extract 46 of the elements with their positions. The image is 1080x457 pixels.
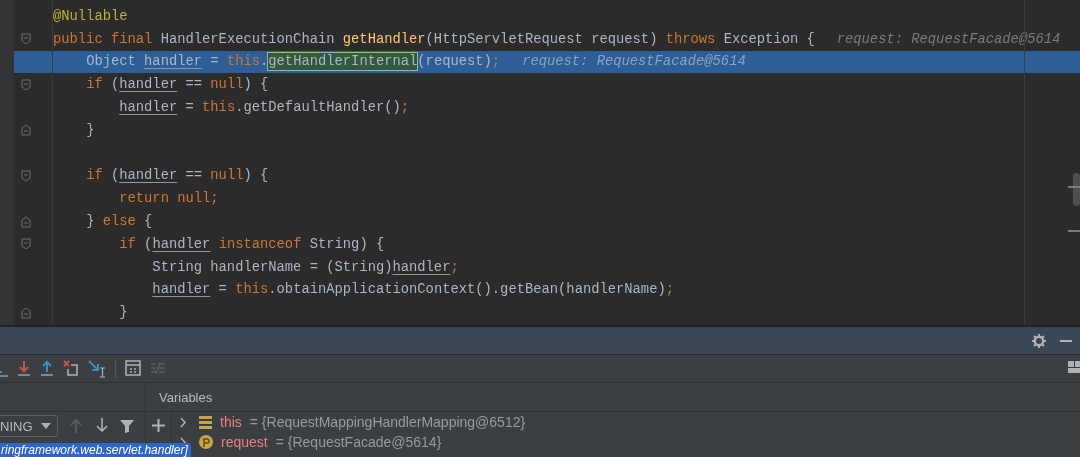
drop-frame-icon[interactable] (63, 359, 79, 378)
fold-marker-icon[interactable] (21, 169, 31, 182)
inline-value-hint: request: RequestFacade@5614 (836, 31, 1061, 47)
code-text: public final HandlerExecutionChain getHandler(HttpServletRequest request) throws Exception { (53, 31, 815, 47)
step-into-icon[interactable] (17, 359, 31, 378)
code-text: if (handler == null) { (85, 168, 269, 184)
settings-icon[interactable] (1032, 333, 1046, 348)
parameter-icon (199, 435, 213, 449)
inline-value-hint: request: RequestFacade@5614 (522, 54, 746, 70)
add-icon[interactable] (152, 419, 165, 432)
change-marker (1068, 230, 1080, 232)
filter-icon[interactable] (119, 419, 134, 433)
code-text: String handlerName = (String)handler; (151, 259, 459, 275)
tooltip: ringframework.web.servlet.handler] (0, 443, 191, 457)
variable-value: = {RequestFacade@5614} (275, 434, 442, 450)
down-arrow-icon[interactable] (95, 417, 108, 432)
code-text: if (handler instanceof String) { (118, 236, 385, 252)
step-out-icon[interactable] (40, 359, 54, 378)
fold-marker-icon[interactable] (21, 33, 31, 46)
variables-title: Variables (159, 389, 213, 405)
layout-icon[interactable] (1068, 361, 1080, 375)
up-arrow-icon[interactable] (69, 419, 82, 433)
code-text: @Nullable (53, 8, 128, 24)
fold-marker-icon[interactable] (21, 215, 31, 228)
fold-marker-icon[interactable] (21, 238, 31, 251)
code-text: } (85, 122, 95, 138)
fold-marker-icon[interactable] (21, 124, 31, 137)
code-text: handler = this.getDefaultHandler(); (118, 100, 410, 116)
variable-name: this (220, 414, 242, 430)
fold-marker-icon[interactable] (21, 306, 31, 319)
change-marker (1068, 186, 1080, 188)
code-text: handler = this.obtainApplicationContext().getBean(handlerName); (151, 282, 674, 298)
code-text: return null; (118, 191, 219, 207)
run-to-cursor-icon[interactable] (88, 359, 106, 378)
code-text: if (handler == null) { (85, 77, 269, 93)
minimize-icon[interactable] (1060, 338, 1072, 343)
code-text: } (118, 305, 128, 321)
caret-icon (40, 423, 51, 429)
calculator-icon[interactable] (125, 359, 141, 378)
field-icon (199, 415, 212, 429)
code-text: } else { (85, 214, 153, 230)
fold-marker-icon[interactable] (21, 78, 31, 91)
variable-name: request (221, 434, 268, 450)
thread-dropdown[interactable]: NING (0, 415, 58, 437)
scrollbar-thumb[interactable] (1073, 173, 1080, 206)
variable-value: = {RequestMappingHandlerMapping@6512} (249, 414, 526, 430)
